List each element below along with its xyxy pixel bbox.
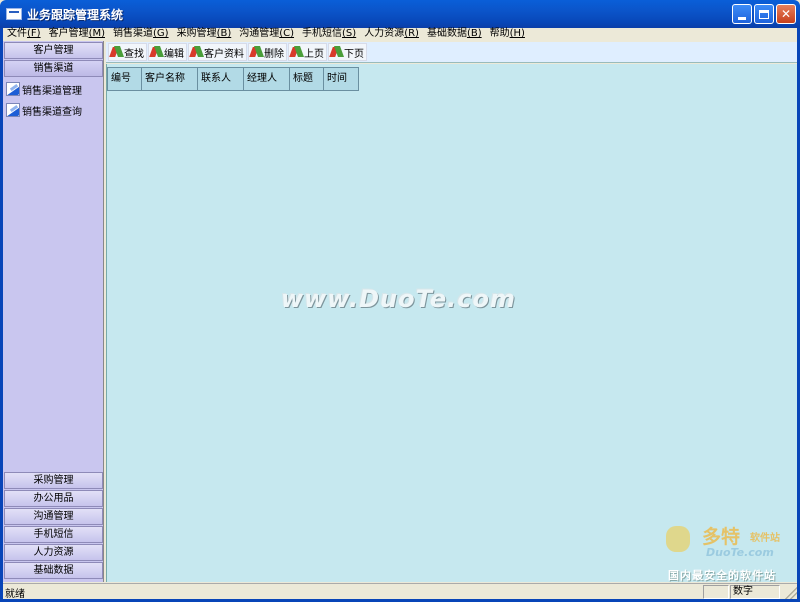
sidebar-group-purchase[interactable]: 采购管理 xyxy=(4,472,103,489)
sidebar-group-sales-channel[interactable]: 销售渠道 xyxy=(4,60,103,77)
maximize-button[interactable] xyxy=(754,4,774,24)
menu-label: 手机短信 xyxy=(302,28,343,39)
toolbar-icon xyxy=(291,46,303,58)
column-header-manager[interactable]: 经理人 xyxy=(244,67,290,91)
sidebar-item-sales-channel-manage[interactable]: 销售渠道管理 xyxy=(6,79,104,99)
status-bar: 就绪 数字 xyxy=(3,583,797,600)
menu-accel: (R) xyxy=(404,28,419,39)
menu-sales-channel[interactable]: 销售渠道(G) xyxy=(109,28,173,40)
menu-accel: (B) xyxy=(216,28,232,39)
toolbar-icon xyxy=(151,46,163,58)
mascot-icon xyxy=(666,526,690,552)
menu-label: 采购管理 xyxy=(176,28,217,39)
toolbar-icon xyxy=(251,46,263,58)
menu-accel: (F) xyxy=(27,28,41,39)
status-pane-empty xyxy=(703,585,729,599)
customer-info-button[interactable]: 客户资料 xyxy=(188,43,247,61)
sidebar-item-sales-channel-query[interactable]: 销售渠道查询 xyxy=(6,100,104,120)
site-logo: 多特 软件站 DuoTe.com 国内最安全的软件站 xyxy=(662,522,792,582)
menu-label: 客户管理 xyxy=(48,28,89,39)
prev-page-label: 上页 xyxy=(304,48,324,60)
minimize-icon xyxy=(738,16,746,20)
column-header-time[interactable]: 时间 xyxy=(324,67,359,91)
watermark: www.DuoTe.com xyxy=(281,285,516,313)
sidebar-group-hr[interactable]: 人力资源 xyxy=(4,544,103,561)
sidebar-group-customer[interactable]: 客户管理 xyxy=(4,42,103,59)
delete-label: 删除 xyxy=(264,48,284,60)
menu-label: 沟通管理 xyxy=(239,28,280,39)
menu-basic-data[interactable]: 基础数据(B) xyxy=(423,28,486,40)
menu-label: 帮助 xyxy=(489,28,510,39)
sidebar: 客户管理 销售渠道 销售渠道管理 销售渠道查询 采购管理 办公用品 沟通管理 手… xyxy=(3,41,104,582)
sidebar-group-basic-data[interactable]: 基础数据 xyxy=(4,562,103,579)
menu-hr[interactable]: 人力资源(R) xyxy=(360,28,423,40)
close-button[interactable]: ✕ xyxy=(776,4,796,24)
pen-icon xyxy=(6,103,20,117)
maximize-icon xyxy=(759,9,769,19)
edit-label: 编辑 xyxy=(164,48,184,60)
table-header: 编号 客户名称 联系人 经理人 标题 时间 xyxy=(107,67,359,91)
menu-label: 销售渠道 xyxy=(113,28,153,39)
window-controls: ✕ xyxy=(732,4,796,24)
menu-sms[interactable]: 手机短信(S) xyxy=(298,28,360,40)
menu-accel: (H) xyxy=(509,28,525,39)
logo-name-suffix: 软件站 xyxy=(750,533,780,544)
menu-label: 人力资源 xyxy=(364,28,405,39)
column-header-title[interactable]: 标题 xyxy=(290,67,324,91)
find-button[interactable]: 查找 xyxy=(108,43,147,61)
toolbar: 查找 编辑 客户资料 删除 上页 下页 xyxy=(106,42,797,63)
menu-label: 文件 xyxy=(7,28,27,39)
menu-communication[interactable]: 沟通管理(C) xyxy=(235,28,298,40)
column-header-id[interactable]: 编号 xyxy=(107,67,142,91)
toolbar-icon xyxy=(191,46,203,58)
pen-icon xyxy=(6,82,20,96)
menu-label: 基础数据 xyxy=(426,28,467,39)
menu-accel: (S) xyxy=(342,28,357,39)
customer-info-label: 客户资料 xyxy=(204,48,244,60)
menu-help[interactable]: 帮助(H) xyxy=(486,28,529,40)
sidebar-group-office-supplies[interactable]: 办公用品 xyxy=(4,490,103,507)
sidebar-group-communication[interactable]: 沟通管理 xyxy=(4,508,103,525)
minimize-button[interactable] xyxy=(732,4,752,24)
toolbar-icon xyxy=(331,46,343,58)
menu-accel: (M) xyxy=(88,28,105,39)
status-pane-num: 数字 xyxy=(730,585,780,599)
menu-accel: (B) xyxy=(466,28,482,39)
title-bar[interactable]: 业务跟踪管理系统 ✕ xyxy=(0,0,800,28)
main-grid-area[interactable]: 编号 客户名称 联系人 经理人 标题 时间 www.DuoTe.com 多特 软… xyxy=(106,64,797,582)
logo-slogan: 国内最安全的软件站 xyxy=(668,569,776,582)
menu-purchase[interactable]: 采购管理(B) xyxy=(173,28,236,40)
toolbar-icon xyxy=(111,46,123,58)
app-icon xyxy=(6,8,22,20)
menu-accel: (C) xyxy=(279,28,295,39)
menu-customer[interactable]: 客户管理(M) xyxy=(45,28,109,40)
edit-button[interactable]: 编辑 xyxy=(148,43,187,61)
sidebar-group-sms[interactable]: 手机短信 xyxy=(4,526,103,543)
sidebar-item-label: 销售渠道查询 xyxy=(22,106,82,118)
sidebar-item-label: 销售渠道管理 xyxy=(22,85,82,97)
resize-grip[interactable] xyxy=(785,587,797,599)
window-title: 业务跟踪管理系统 xyxy=(27,7,124,22)
column-header-customer-name[interactable]: 客户名称 xyxy=(142,67,198,91)
menu-bar: 文件(F) 客户管理(M) 销售渠道(G) 采购管理(B) 沟通管理(C) 手机… xyxy=(3,28,797,40)
menu-accel: (G) xyxy=(153,28,169,39)
next-page-button[interactable]: 下页 xyxy=(328,43,367,61)
status-text: 就绪 xyxy=(5,589,25,600)
logo-name: 多特 xyxy=(702,526,741,548)
menu-file[interactable]: 文件(F) xyxy=(3,28,45,40)
delete-button[interactable]: 删除 xyxy=(248,43,287,61)
prev-page-button[interactable]: 上页 xyxy=(288,43,327,61)
close-icon: ✕ xyxy=(780,7,792,21)
logo-url: DuoTe.com xyxy=(706,546,774,559)
find-label: 查找 xyxy=(124,48,144,60)
column-header-contact[interactable]: 联系人 xyxy=(198,67,244,91)
next-page-label: 下页 xyxy=(344,48,364,60)
